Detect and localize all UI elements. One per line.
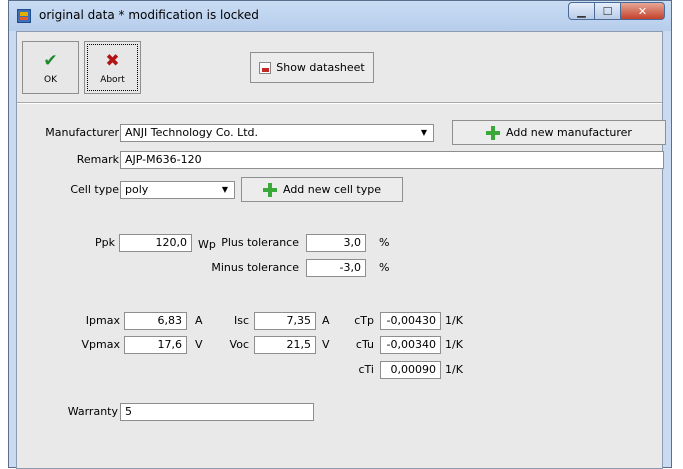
vpmax-unit: V	[195, 338, 203, 351]
warranty-field[interactable]: 5	[120, 403, 314, 421]
minus-tolerance-unit: %	[379, 261, 390, 274]
ctu-label: cTu	[355, 338, 374, 351]
title-bar[interactable]: original data * modification is locked ▁…	[9, 1, 671, 31]
abort-label: Abort	[100, 75, 125, 85]
voc-label: Voc	[229, 338, 249, 351]
add-manufacturer-label: Add new manufacturer	[506, 126, 632, 139]
cti-unit: 1/K	[445, 363, 463, 376]
vpmax-field[interactable]: 17,6	[124, 336, 187, 354]
window-controls: ▁ ☐ ✕	[568, 2, 665, 21]
ctp-field[interactable]: -0,00430	[380, 312, 441, 330]
warranty-label: Warranty	[67, 405, 118, 418]
toolbar-divider	[17, 102, 662, 104]
remark-label: Remark	[76, 153, 119, 166]
ok-button[interactable]: ✔ OK	[22, 41, 79, 94]
add-manufacturer-button[interactable]: Add new manufacturer	[452, 120, 666, 145]
isc-label: Isc	[233, 314, 249, 327]
isc-unit: A	[322, 314, 330, 327]
celltype-select[interactable]: poly ▼	[120, 181, 235, 199]
add-celltype-button[interactable]: Add new cell type	[241, 177, 403, 202]
plus-tolerance-label: Plus tolerance	[221, 236, 299, 249]
toolbar: ✔ OK ✖ Abort Show datasheet	[17, 32, 662, 102]
celltype-label: Cell type	[70, 183, 119, 196]
manufacturer-value: ANJI Technology Co. Ltd.	[125, 126, 258, 139]
remark-field[interactable]: AJP-M636-120	[120, 151, 664, 169]
checkmark-icon: ✔	[43, 51, 58, 71]
show-datasheet-label: Show datasheet	[276, 61, 365, 74]
voc-field[interactable]: 21,5	[254, 336, 316, 354]
cross-icon: ✖	[105, 51, 120, 71]
plus-icon	[262, 182, 277, 197]
close-button[interactable]: ✕	[621, 2, 665, 20]
ppk-label: Ppk	[95, 236, 115, 249]
ctp-label: cTp	[354, 314, 374, 327]
minus-tolerance-label: Minus tolerance	[211, 261, 299, 274]
cti-label: cTi	[358, 363, 375, 376]
chevron-down-icon[interactable]: ▼	[218, 183, 232, 197]
window-title: original data * modification is locked	[39, 8, 259, 22]
app-icon	[17, 9, 31, 23]
celltype-value: poly	[125, 183, 149, 196]
dialog-content: ✔ OK ✖ Abort Show datasheet Manufacturer…	[16, 31, 666, 469]
ctu-unit: 1/K	[445, 338, 463, 351]
dialog-window: original data * modification is locked ▁…	[8, 0, 672, 469]
manufacturer-label: Manufacturer	[45, 126, 119, 139]
ipmax-field[interactable]: 6,83	[124, 312, 187, 330]
chevron-down-icon[interactable]: ▼	[417, 126, 431, 140]
pdf-icon	[259, 61, 272, 74]
vpmax-label: Vpmax	[81, 338, 120, 351]
ok-label: OK	[44, 75, 57, 85]
ctu-field[interactable]: -0,00340	[380, 336, 441, 354]
ctp-unit: 1/K	[445, 314, 463, 327]
plus-tolerance-unit: %	[379, 236, 390, 249]
ipmax-label: Ipmax	[85, 314, 120, 327]
plus-tolerance-field[interactable]: 3,0	[306, 234, 366, 252]
maximize-button[interactable]: ☐	[595, 2, 621, 20]
plus-icon	[486, 125, 501, 140]
show-datasheet-button[interactable]: Show datasheet	[250, 52, 374, 83]
minus-tolerance-field[interactable]: -3,0	[306, 259, 366, 277]
add-celltype-label: Add new cell type	[282, 183, 382, 196]
ipmax-unit: A	[195, 314, 203, 327]
ppk-field[interactable]: 120,0	[119, 234, 192, 252]
abort-button[interactable]: ✖ Abort	[84, 41, 141, 94]
voc-unit: V	[322, 338, 330, 351]
cti-field[interactable]: 0,00090	[380, 361, 441, 379]
minimize-button[interactable]: ▁	[568, 2, 595, 20]
isc-field[interactable]: 7,35	[254, 312, 316, 330]
manufacturer-select[interactable]: ANJI Technology Co. Ltd. ▼	[120, 124, 434, 142]
